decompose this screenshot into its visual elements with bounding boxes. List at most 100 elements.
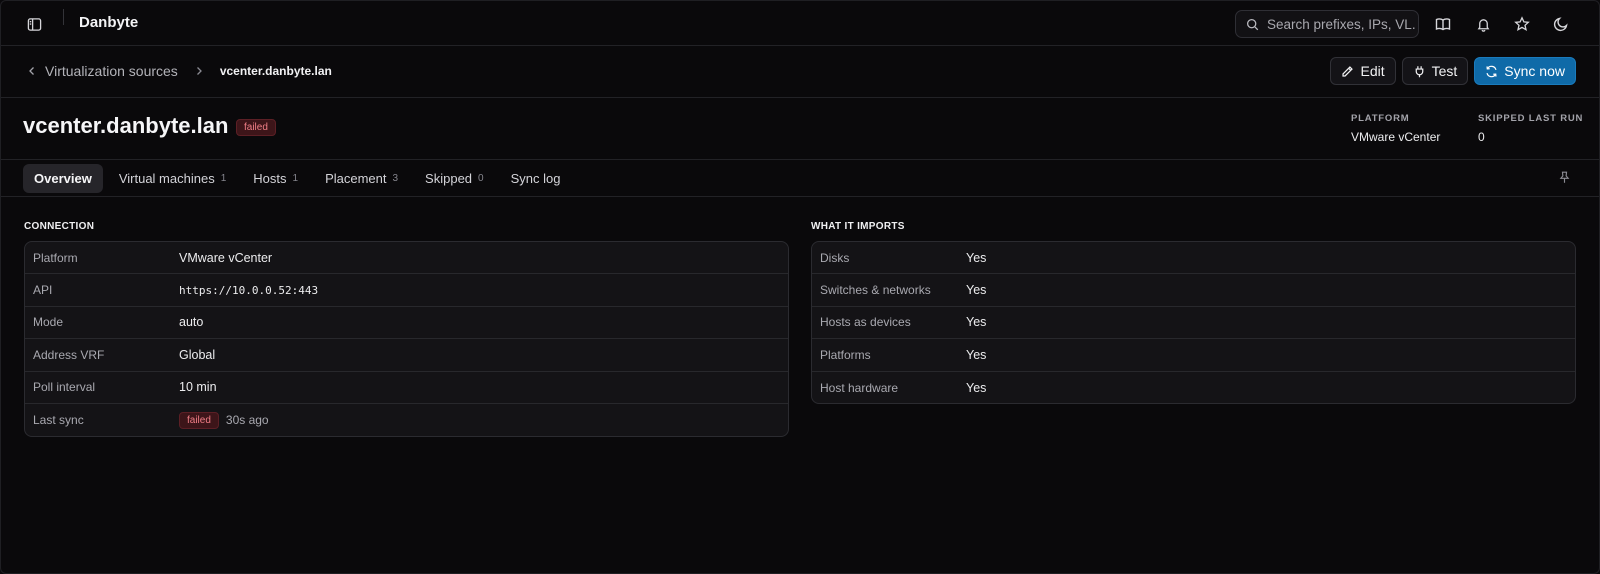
connection-panel: Platform VMware vCenter API https://10.0…: [24, 241, 789, 437]
breadcrumb: Virtualization sources vcenter.danbyte.l…: [27, 63, 332, 79]
sidebar-toggle-button[interactable]: [18, 8, 50, 40]
row-label: Disks: [820, 250, 850, 265]
tab-count: 1: [292, 173, 299, 184]
table-row: Hosts as devices Yes: [812, 307, 1575, 340]
meta-label: PLATFORM: [1351, 113, 1410, 124]
tab-count: 3: [392, 173, 399, 184]
brand-name: Danbyte: [79, 14, 139, 31]
test-button[interactable]: Test: [1401, 57, 1469, 85]
row-value: Yes: [966, 380, 987, 395]
last-sync-time: 30s ago: [225, 413, 269, 428]
table-row: Platform VMware vCenter: [25, 242, 788, 275]
row-label: Address VRF: [33, 347, 105, 362]
plug-icon: [1415, 65, 1423, 77]
chevron-left-icon[interactable]: [27, 66, 37, 76]
tab-count: 1: [220, 173, 227, 184]
table-row: Last sync failed 30s ago: [25, 404, 788, 436]
table-row: Switches & networks Yes: [812, 274, 1575, 307]
tab-bar: Overview Virtual machines 1 Hosts 1 Placem…: [1, 160, 1599, 197]
chevron-right-icon: [196, 67, 202, 75]
imports-section-title: WHAT IT IMPORTS: [811, 221, 905, 232]
table-row: Host hardware Yes: [812, 372, 1575, 403]
edit-button[interactable]: Edit: [1330, 57, 1396, 85]
table-row: API https://10.0.0.52:443: [25, 274, 788, 307]
row-value: Global: [179, 347, 216, 362]
sidebar-icon: [27, 17, 41, 31]
tab-label: Virtual machines: [118, 171, 215, 186]
row-label: Last sync: [33, 413, 84, 428]
breadcrumb-parent-link[interactable]: Virtualization sources: [45, 63, 178, 79]
tab-label: Placement: [325, 171, 387, 186]
row-value: Yes: [966, 250, 987, 265]
favorites-button[interactable]: [1506, 8, 1538, 40]
row-value: 10 min: [179, 380, 217, 395]
notifications-button[interactable]: [1467, 8, 1499, 40]
meta-skipped: SKIPPED LAST RUN 0: [1478, 113, 1583, 144]
tab-overview[interactable]: Overview: [23, 164, 103, 193]
row-label: Hosts as devices: [820, 315, 911, 330]
topbar-divider: [63, 9, 64, 25]
tab-sync-log[interactable]: Sync log: [500, 164, 572, 193]
test-button-label: Test: [1431, 63, 1458, 79]
book-icon: [1435, 18, 1451, 31]
search-icon: [1246, 18, 1259, 30]
api-url-value: https://10.0.0.52:443: [179, 283, 319, 297]
imports-panel: Disks Yes Switches & networks Yes Hosts …: [811, 241, 1576, 404]
row-label: Platforms: [820, 347, 871, 362]
row-value: VMware vCenter: [179, 250, 273, 265]
tabs: Overview Virtual machines 1 Hosts 1 Placem…: [23, 164, 571, 193]
row-label: Poll interval: [33, 380, 96, 395]
connection-section-title: CONNECTION: [24, 221, 95, 232]
page-header: vcenter.danbyte.lan failed PLATFORM VMwa…: [1, 98, 1599, 160]
page-title: vcenter.danbyte.lan: [23, 113, 229, 138]
moon-icon: [1553, 17, 1568, 32]
sync-now-button[interactable]: Sync now: [1474, 57, 1576, 85]
row-value: failed 30s ago: [179, 411, 269, 429]
meta-label: SKIPPED LAST RUN: [1478, 113, 1584, 124]
meta-platform: PLATFORM VMware vCenter: [1351, 113, 1440, 144]
global-search[interactable]: [1235, 10, 1419, 38]
tab-label: Hosts: [253, 171, 287, 186]
sync-now-label: Sync now: [1504, 63, 1565, 79]
breadcrumb-current: vcenter.danbyte.lan: [219, 64, 332, 78]
app-window: Danbyte Virtualization sources vcenter.d…: [0, 0, 1600, 574]
status-badge: failed: [236, 119, 276, 136]
tab-label: Skipped: [425, 171, 473, 186]
docs-button[interactable]: [1427, 8, 1459, 40]
row-label: API: [33, 283, 53, 298]
top-bar: Danbyte: [1, 1, 1599, 46]
tab-virtual-machines[interactable]: Virtual machines 1: [108, 164, 237, 193]
tab-label: Overview: [34, 171, 92, 186]
bell-icon: [1477, 18, 1489, 32]
table-row: Disks Yes: [812, 242, 1575, 275]
row-label: Switches & networks: [820, 283, 931, 298]
row-label: Host hardware: [820, 380, 899, 395]
row-value: Yes: [966, 347, 987, 362]
table-row: Mode auto: [25, 307, 788, 340]
tab-label: Sync log: [510, 171, 561, 186]
breadcrumb-bar: Virtualization sources vcenter.danbyte.l…: [1, 46, 1599, 98]
row-value: Yes: [966, 283, 987, 298]
table-row: Address VRF Global: [25, 339, 788, 372]
tab-skipped[interactable]: Skipped 0: [414, 164, 495, 193]
row-value: Yes: [966, 315, 987, 330]
meta-value: VMware vCenter: [1351, 130, 1441, 144]
pin-icon: [1559, 171, 1570, 183]
star-icon: [1514, 16, 1530, 32]
pin-button[interactable]: [1558, 171, 1571, 187]
edit-button-label: Edit: [1360, 63, 1385, 79]
tab-placement[interactable]: Placement 3: [314, 164, 409, 193]
tab-hosts[interactable]: Hosts 1: [242, 164, 309, 193]
pencil-icon: [1342, 65, 1354, 77]
tab-count: 0: [478, 173, 484, 184]
row-value: auto: [179, 315, 204, 330]
table-row: Platforms Yes: [812, 339, 1575, 372]
meta-value: 0: [1478, 130, 1485, 144]
theme-toggle-button[interactable]: [1545, 8, 1577, 40]
row-label: Platform: [33, 250, 78, 265]
page-actions: Edit Test Sync now: [1330, 57, 1576, 85]
table-row: Poll interval 10 min: [25, 372, 788, 404]
search-input[interactable]: [1267, 16, 1415, 32]
refresh-icon: [1486, 65, 1497, 77]
last-sync-status-badge: failed: [179, 411, 219, 429]
